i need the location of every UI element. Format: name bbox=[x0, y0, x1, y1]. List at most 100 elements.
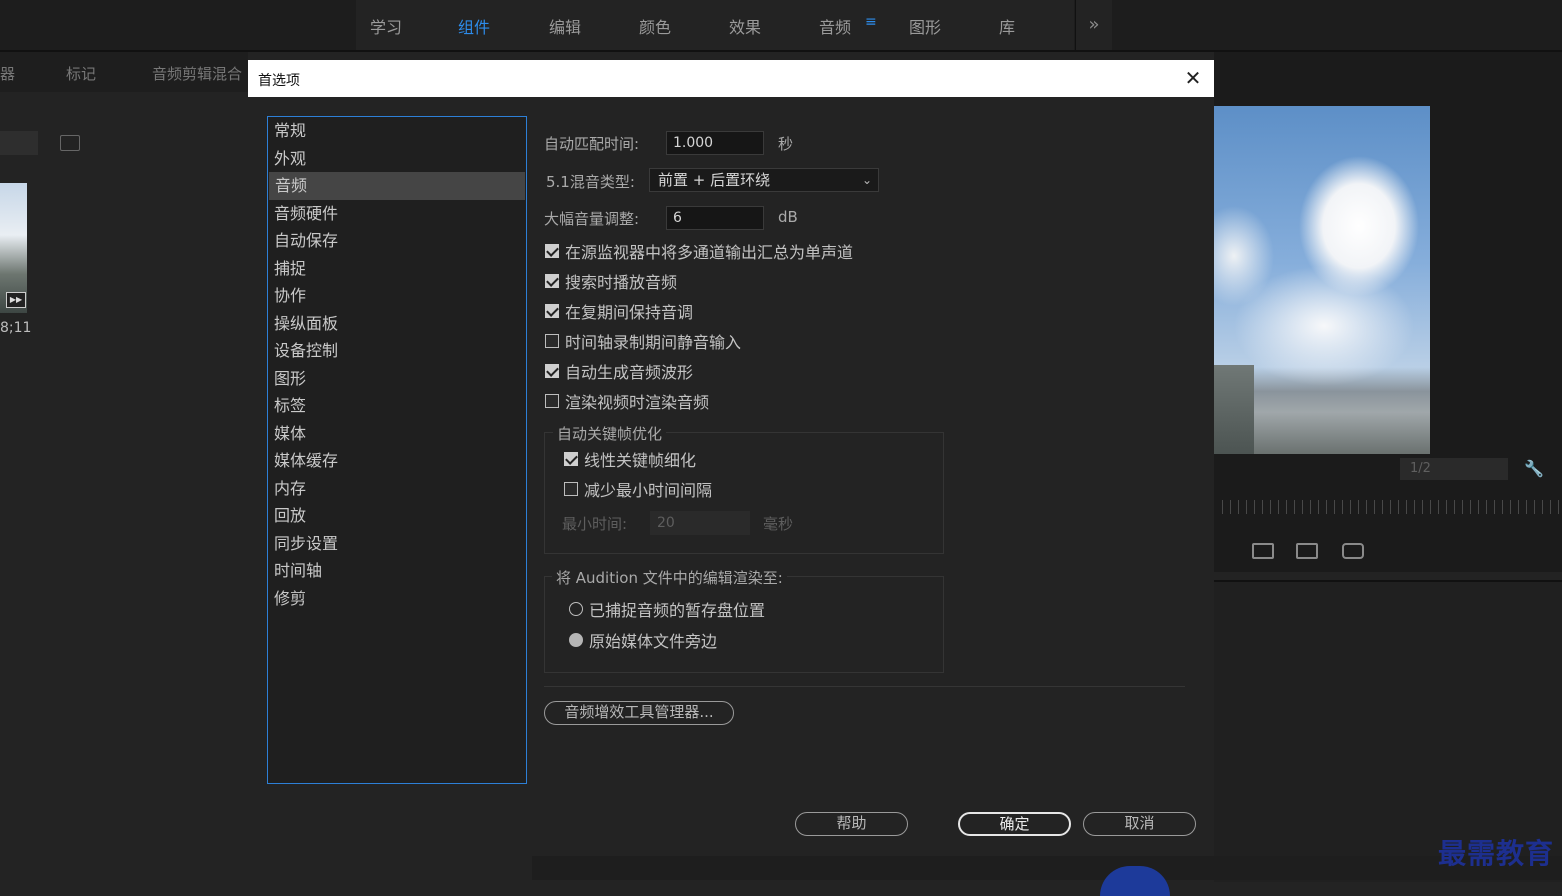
divider bbox=[544, 686, 1185, 687]
tab-learn[interactable]: 学习 bbox=[370, 14, 402, 38]
category-collaboration[interactable]: 协作 bbox=[268, 282, 526, 310]
clip-timecode: 8;11 bbox=[0, 320, 32, 336]
category-memory[interactable]: 内存 bbox=[268, 475, 526, 503]
scrub-audio-label: 搜索时播放音频 bbox=[565, 273, 678, 292]
auto-waveform-label: 自动生成音频波形 bbox=[565, 363, 694, 382]
left-panel-tabs: 器 标记 音频剪辑混合 bbox=[0, 52, 248, 92]
maintain-pitch-checkbox[interactable] bbox=[545, 304, 559, 318]
scrub-audio-option[interactable]: 搜索时播放音频 bbox=[545, 271, 678, 292]
next-to-original-radio[interactable] bbox=[569, 633, 583, 647]
more-workspaces-icon[interactable]: » bbox=[1075, 0, 1112, 50]
scrub-audio-checkbox[interactable] bbox=[545, 274, 559, 288]
category-media[interactable]: 媒体 bbox=[268, 420, 526, 448]
project-search-input[interactable] bbox=[0, 131, 38, 155]
reduce-interval-label: 减少最小时间间隔 bbox=[584, 481, 713, 500]
wrench-icon[interactable]: 🔧 bbox=[1524, 459, 1544, 478]
audition-render-group bbox=[544, 576, 944, 673]
close-icon[interactable]: ✕ bbox=[1172, 60, 1214, 97]
category-auto-save[interactable]: 自动保存 bbox=[268, 227, 526, 255]
render-audio-checkbox[interactable] bbox=[545, 394, 559, 408]
auto-waveform-option[interactable]: 自动生成音频波形 bbox=[545, 361, 694, 382]
workspace-menu-icon[interactable]: ≡ bbox=[865, 14, 877, 30]
mix-type-value: 前置 + 后置环绕 bbox=[658, 171, 771, 189]
render-audio-option[interactable]: 渲染视频时渲染音频 bbox=[545, 391, 710, 412]
chevron-down-icon: ⌄ bbox=[861, 173, 872, 187]
sum-to-mono-label: 在源监视器中将多通道输出汇总为单声道 bbox=[565, 243, 854, 262]
scratch-disk-option[interactable]: 已捕捉音频的暂存盘位置 bbox=[569, 599, 765, 620]
volume-adjust-label: 大幅音量调整: bbox=[544, 210, 640, 228]
help-button[interactable]: 帮助 bbox=[795, 812, 908, 836]
category-appearance[interactable]: 外观 bbox=[268, 145, 526, 173]
resolution-select[interactable]: 1/2 bbox=[1400, 458, 1508, 480]
category-sync-settings[interactable]: 同步设置 bbox=[268, 530, 526, 558]
mute-input-checkbox[interactable] bbox=[545, 334, 559, 348]
tab-editing[interactable]: 编辑 bbox=[549, 14, 581, 38]
automatch-label: 自动匹配时间: bbox=[544, 135, 640, 153]
reduce-interval-option[interactable]: 减少最小时间间隔 bbox=[564, 479, 713, 500]
scratch-disk-radio[interactable] bbox=[569, 602, 583, 616]
category-labels[interactable]: 标签 bbox=[268, 392, 526, 420]
workspace-bar: 学习 组件 ≡ 编辑 颜色 效果 音频 图形 库 » bbox=[0, 0, 1562, 52]
category-control-surface[interactable]: 操纵面板 bbox=[268, 310, 526, 338]
tab-libraries[interactable]: 库 bbox=[999, 14, 1015, 38]
tab-audio-clip-mixer[interactable]: 音频剪辑混合 bbox=[152, 63, 242, 84]
next-to-original-label: 原始媒体文件旁边 bbox=[589, 632, 718, 651]
sum-to-mono-checkbox[interactable] bbox=[545, 244, 559, 258]
category-trim[interactable]: 修剪 bbox=[268, 585, 526, 613]
mix-type-select[interactable]: 前置 + 后置环绕 ⌄ bbox=[649, 168, 879, 192]
category-graphics[interactable]: 图形 bbox=[268, 365, 526, 393]
category-list: 常规 外观 音频 音频硬件 自动保存 捕捉 协作 操纵面板 设备控制 图形 标签… bbox=[267, 116, 527, 784]
tab-partial[interactable]: 器 bbox=[0, 63, 15, 84]
auto-waveform-checkbox[interactable] bbox=[545, 364, 559, 378]
workspace-tabs: 学习 组件 ≡ 编辑 颜色 效果 音频 图形 库 bbox=[356, 0, 1074, 50]
mute-input-option[interactable]: 时间轴录制期间静音输入 bbox=[545, 331, 742, 352]
next-to-original-option[interactable]: 原始媒体文件旁边 bbox=[569, 630, 718, 651]
mute-input-label: 时间轴录制期间静音输入 bbox=[565, 333, 742, 352]
category-playback[interactable]: 回放 bbox=[268, 502, 526, 530]
sum-to-mono-option[interactable]: 在源监视器中将多通道输出汇总为单声道 bbox=[545, 241, 854, 262]
monitor-ruler[interactable] bbox=[1222, 500, 1562, 514]
ok-button[interactable]: 确定 bbox=[958, 812, 1071, 836]
category-capture[interactable]: 捕捉 bbox=[268, 255, 526, 283]
category-media-cache[interactable]: 媒体缓存 bbox=[268, 447, 526, 475]
media-type-icon: ▶▶ bbox=[6, 292, 26, 308]
volume-adjust-unit: dB bbox=[778, 208, 798, 226]
preview-rock-detail bbox=[1214, 365, 1254, 454]
tab-audio[interactable]: 音频 bbox=[819, 14, 851, 38]
reduce-interval-checkbox[interactable] bbox=[564, 482, 578, 496]
dialog-title: 首选项 bbox=[258, 73, 300, 89]
camera-icon[interactable] bbox=[1342, 543, 1364, 559]
automatch-input[interactable]: 1.000 bbox=[666, 131, 764, 155]
linear-keyframe-checkbox[interactable] bbox=[564, 452, 578, 466]
watermark-logo: 最需教育 bbox=[1438, 837, 1555, 870]
folder-icon[interactable] bbox=[60, 135, 80, 151]
audio-plugin-manager-button[interactable]: 音频增效工具管理器... bbox=[544, 701, 734, 725]
lift-icon[interactable] bbox=[1252, 543, 1274, 559]
tab-graphics[interactable]: 图形 bbox=[909, 14, 941, 38]
render-audio-label: 渲染视频时渲染音频 bbox=[565, 393, 710, 412]
maintain-pitch-option[interactable]: 在复期间保持音调 bbox=[545, 301, 694, 322]
min-time-label: 最小时间: bbox=[562, 515, 628, 533]
tab-effects[interactable]: 效果 bbox=[729, 14, 761, 38]
dialog-title-bar: 首选项 ✕ bbox=[248, 60, 1214, 97]
linear-keyframe-option[interactable]: 线性关键帧细化 bbox=[564, 449, 697, 470]
extract-icon[interactable] bbox=[1296, 543, 1318, 559]
min-time-input: 20 bbox=[650, 511, 750, 535]
mix-type-label: 5.1混音类型: bbox=[546, 173, 635, 191]
preferences-dialog: 首选项 ✕ 常规 外观 音频 音频硬件 自动保存 捕捉 协作 操纵面板 设备控制… bbox=[248, 60, 1214, 856]
category-general[interactable]: 常规 bbox=[268, 117, 526, 145]
category-audio[interactable]: 音频 bbox=[269, 172, 525, 200]
category-device-control[interactable]: 设备控制 bbox=[268, 337, 526, 365]
tab-markers[interactable]: 标记 bbox=[66, 63, 96, 84]
bottom-panel-strip bbox=[532, 856, 1562, 880]
maintain-pitch-label: 在复期间保持音调 bbox=[565, 303, 694, 322]
audition-group-title: 将 Audition 文件中的编辑渲染至: bbox=[552, 567, 787, 588]
tab-color[interactable]: 颜色 bbox=[639, 14, 671, 38]
category-timeline[interactable]: 时间轴 bbox=[268, 557, 526, 585]
linear-keyframe-label: 线性关键帧细化 bbox=[584, 451, 697, 470]
volume-adjust-input[interactable]: 6 bbox=[666, 206, 764, 230]
tab-assembly[interactable]: 组件 bbox=[458, 14, 490, 38]
cancel-button[interactable]: 取消 bbox=[1083, 812, 1196, 836]
category-audio-hardware[interactable]: 音频硬件 bbox=[268, 200, 526, 228]
keyframe-group-title: 自动关键帧优化 bbox=[553, 423, 667, 444]
